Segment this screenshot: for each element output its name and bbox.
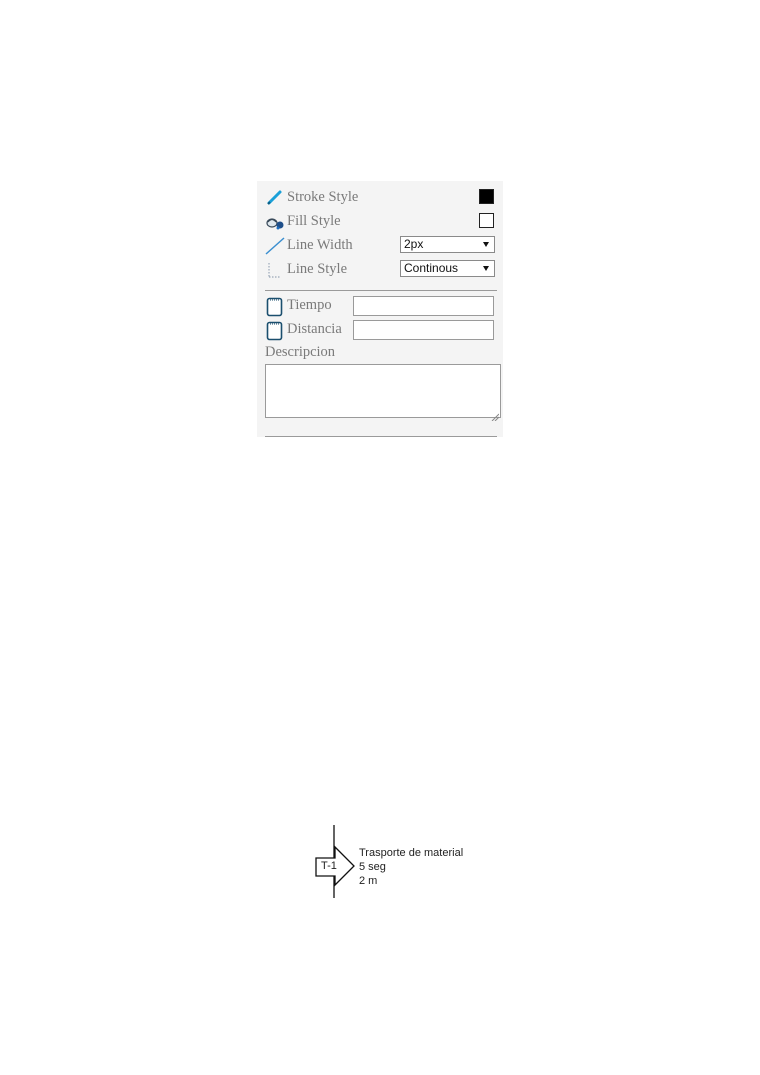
chevron-down-icon <box>483 266 489 271</box>
divider <box>265 290 497 291</box>
diagonal-line-icon <box>265 237 285 255</box>
symbol-time: 5 seg <box>359 861 386 873</box>
distancia-label: Distancia <box>287 321 342 337</box>
fill-color-swatch[interactable] <box>479 213 494 228</box>
pen-icon <box>265 189 285 207</box>
line-width-label: Line Width <box>287 237 353 253</box>
stroke-style-row: Stroke Style <box>265 187 495 209</box>
descripcion-label: Descripcion <box>265 344 336 360</box>
distancia-input[interactable] <box>353 320 494 340</box>
line-style-row: Line Style Continous <box>265 259 495 281</box>
dotted-line-icon <box>265 261 285 279</box>
resize-grip-icon[interactable] <box>491 408 500 422</box>
line-style-select[interactable]: Continous <box>400 260 495 277</box>
properties-panel: Stroke Style Fill Style Line Width 2px L… <box>257 181 503 437</box>
stroke-style-label: Stroke Style <box>287 189 359 205</box>
paint-bucket-icon <box>265 213 285 231</box>
stroke-color-swatch[interactable] <box>479 189 494 204</box>
fill-style-row: Fill Style <box>265 211 495 233</box>
tiempo-label: Tiempo <box>287 297 332 313</box>
symbol-distance: 2 m <box>359 875 378 887</box>
fill-style-label: Fill Style <box>287 213 341 229</box>
line-width-value: 2px <box>404 237 424 251</box>
descripcion-textarea[interactable] <box>265 364 501 422</box>
tiempo-input[interactable] <box>353 296 494 316</box>
line-style-value: Continous <box>404 261 459 275</box>
chevron-down-icon <box>483 242 489 247</box>
transport-arrow-shape <box>315 825 355 898</box>
line-width-row: Line Width 2px <box>265 235 495 257</box>
notepad-icon <box>265 297 285 317</box>
symbol-label: T-1 <box>321 860 337 872</box>
transport-symbol[interactable]: T-1 Trasporte de material 5 seg 2 m <box>312 824 512 900</box>
line-width-select[interactable]: 2px <box>400 236 495 253</box>
symbol-title: Trasporte de material <box>359 847 464 859</box>
notepad-icon <box>265 321 285 341</box>
divider <box>265 436 497 437</box>
line-style-label: Line Style <box>287 261 348 277</box>
